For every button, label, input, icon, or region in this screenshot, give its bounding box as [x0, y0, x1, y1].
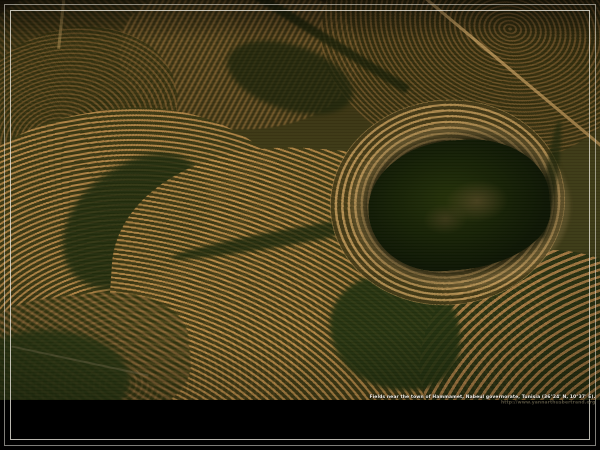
photo-caption: Fields near the town of Hammamet, Nabeul…: [369, 394, 595, 405]
aerial-photo-fields: [0, 0, 600, 400]
photo-vignette: [0, 0, 600, 400]
wallpaper-stage: Fields near the town of Hammamet, Nabeul…: [0, 0, 600, 450]
caption-website-url: http://www.yannarthusbertrand.org: [369, 400, 595, 405]
